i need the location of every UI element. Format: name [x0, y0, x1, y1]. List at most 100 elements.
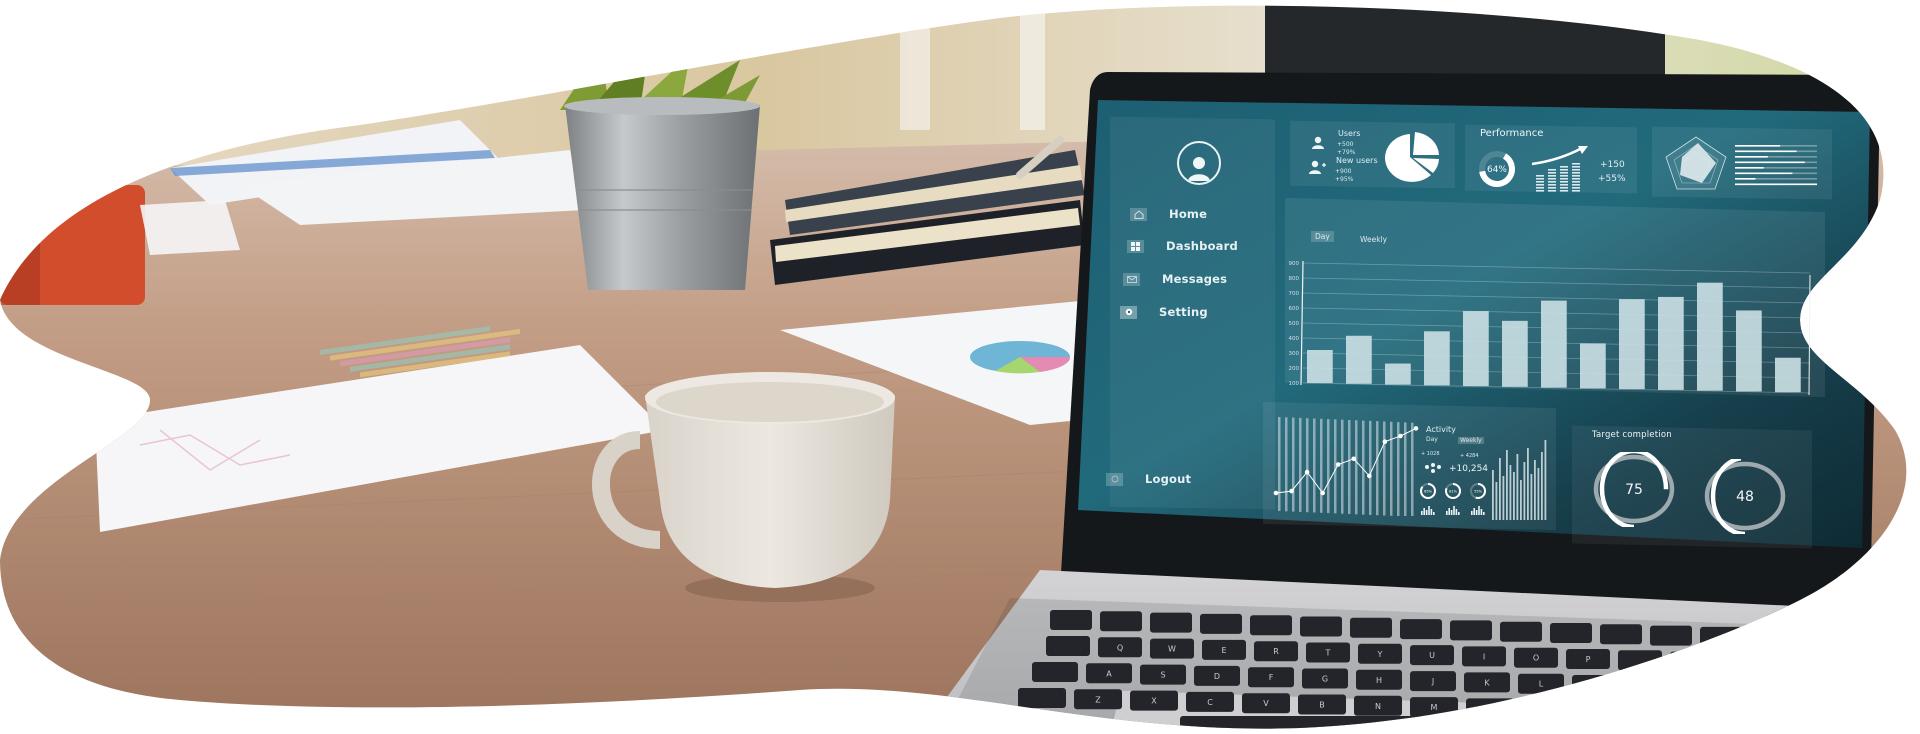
key [1100, 611, 1142, 632]
activity-point [1367, 473, 1372, 479]
tab-weekly[interactable]: Weekly [1356, 234, 1391, 245]
activity-bar [1537, 468, 1540, 520]
key [1578, 701, 1626, 721]
activity-tab-weekly[interactable]: Weekly [1458, 437, 1484, 444]
perf-bar-segment [1548, 175, 1556, 177]
key-label: N [1375, 702, 1381, 711]
activity-point [1289, 488, 1294, 494]
tab-day[interactable]: Day [1311, 231, 1334, 242]
activity-stripe [1334, 419, 1337, 514]
key [1722, 652, 1766, 673]
key-label: Z [1095, 695, 1101, 704]
activity-bar [1523, 462, 1526, 520]
activity-point [1398, 433, 1403, 439]
perf-bar-segment [1572, 184, 1580, 186]
activity-stripe [1278, 417, 1281, 511]
activity-stripe [1292, 417, 1295, 512]
perf-bar-segment [1572, 175, 1580, 177]
bar [1658, 296, 1684, 390]
activity-stat-weekly: + 4284 [1460, 453, 1479, 459]
key-label: X [1151, 697, 1157, 706]
perf-bar-segment [1536, 187, 1544, 189]
y-tick-label: 600 [1289, 306, 1300, 312]
key-label: F [1269, 673, 1274, 682]
activity-stripe [1390, 421, 1393, 516]
mini-bar [1471, 511, 1473, 515]
bar [1385, 363, 1411, 385]
target-ring-2: 48 [1704, 459, 1786, 534]
activity-point [1351, 456, 1357, 462]
perf-bar-segment [1560, 175, 1568, 177]
key-label: E [1221, 646, 1226, 655]
perf-bar-segment [1536, 190, 1544, 192]
mini-bar [1478, 506, 1480, 515]
activity-bar [1530, 474, 1533, 520]
perf-bar-segment [1572, 178, 1580, 180]
performance-trend-icon [1531, 146, 1588, 192]
key-label: K [1484, 678, 1490, 687]
mini-bar [1428, 506, 1430, 515]
perf-bar-segment [1560, 169, 1568, 171]
mini-ring-label: 81% [1449, 490, 1457, 494]
activity-bar [1506, 450, 1508, 520]
perf-bar-segment [1548, 187, 1556, 189]
performance-donut: 64% [1479, 151, 1515, 187]
activity-bar [1502, 476, 1505, 520]
mini-bar [1423, 508, 1425, 515]
perf-bar-segment [1548, 190, 1556, 192]
radar-legend-bar [1735, 167, 1764, 169]
performance-donut-label: 64% [1487, 165, 1507, 175]
activity-point [1273, 490, 1279, 496]
perf-bar-segment [1572, 181, 1580, 183]
key-label: B [1319, 701, 1325, 710]
add-user-icon [1309, 160, 1327, 179]
mini-bar [1433, 512, 1435, 515]
activity-tab-day[interactable]: Day [1426, 436, 1438, 443]
key-label: G [1322, 675, 1328, 684]
activity-bar [1492, 470, 1494, 520]
radar-legend-bar [1735, 178, 1756, 180]
key [1500, 621, 1542, 642]
bar [1580, 343, 1606, 389]
new-users-count: +900 [1335, 168, 1352, 175]
key [1018, 688, 1066, 708]
key [1450, 620, 1492, 641]
key-label: H [1376, 676, 1382, 685]
activity-total: +10,254 [1449, 464, 1489, 474]
y-tick-label: 900 [1289, 261, 1300, 267]
perf-bar-segment [1560, 178, 1568, 180]
bar [1541, 300, 1567, 388]
radar-legend-bar [1735, 161, 1805, 164]
activity-point [1304, 469, 1310, 475]
y-tick-label: 100 [1289, 381, 1300, 387]
key-label: T [1325, 649, 1331, 658]
target-ring-2-label: 48 [1736, 489, 1754, 505]
gridline [1302, 277, 1811, 289]
target-ring-1: 75 [1593, 452, 1675, 527]
activity-bar [1513, 472, 1515, 520]
activity-point [1382, 439, 1388, 444]
key [1150, 612, 1192, 633]
mini-bar [1473, 508, 1475, 515]
key-label: J [1431, 677, 1434, 686]
activity-stripe [1313, 418, 1316, 513]
perf-bar-segment [1536, 181, 1544, 183]
perf-bar-segment [1572, 190, 1580, 192]
activity-line [1275, 427, 1417, 494]
avatar[interactable] [1177, 141, 1221, 185]
activity-stripe [1383, 421, 1386, 516]
key-label: M [1431, 703, 1438, 712]
radar-chart [1665, 136, 1727, 190]
key [1250, 615, 1292, 636]
bar [1463, 311, 1489, 387]
performance-stat-1: +150 [1600, 160, 1625, 170]
activity-stripe [1327, 419, 1330, 514]
key-label: U [1429, 651, 1435, 660]
activity-point [1320, 490, 1325, 496]
perf-bar-segment [1548, 169, 1556, 171]
mini-ring-label: 85% [1424, 490, 1432, 494]
mini-bar [1458, 512, 1460, 515]
y-tick-label: 400 [1289, 336, 1300, 342]
key [1600, 624, 1642, 645]
key [1550, 623, 1592, 643]
